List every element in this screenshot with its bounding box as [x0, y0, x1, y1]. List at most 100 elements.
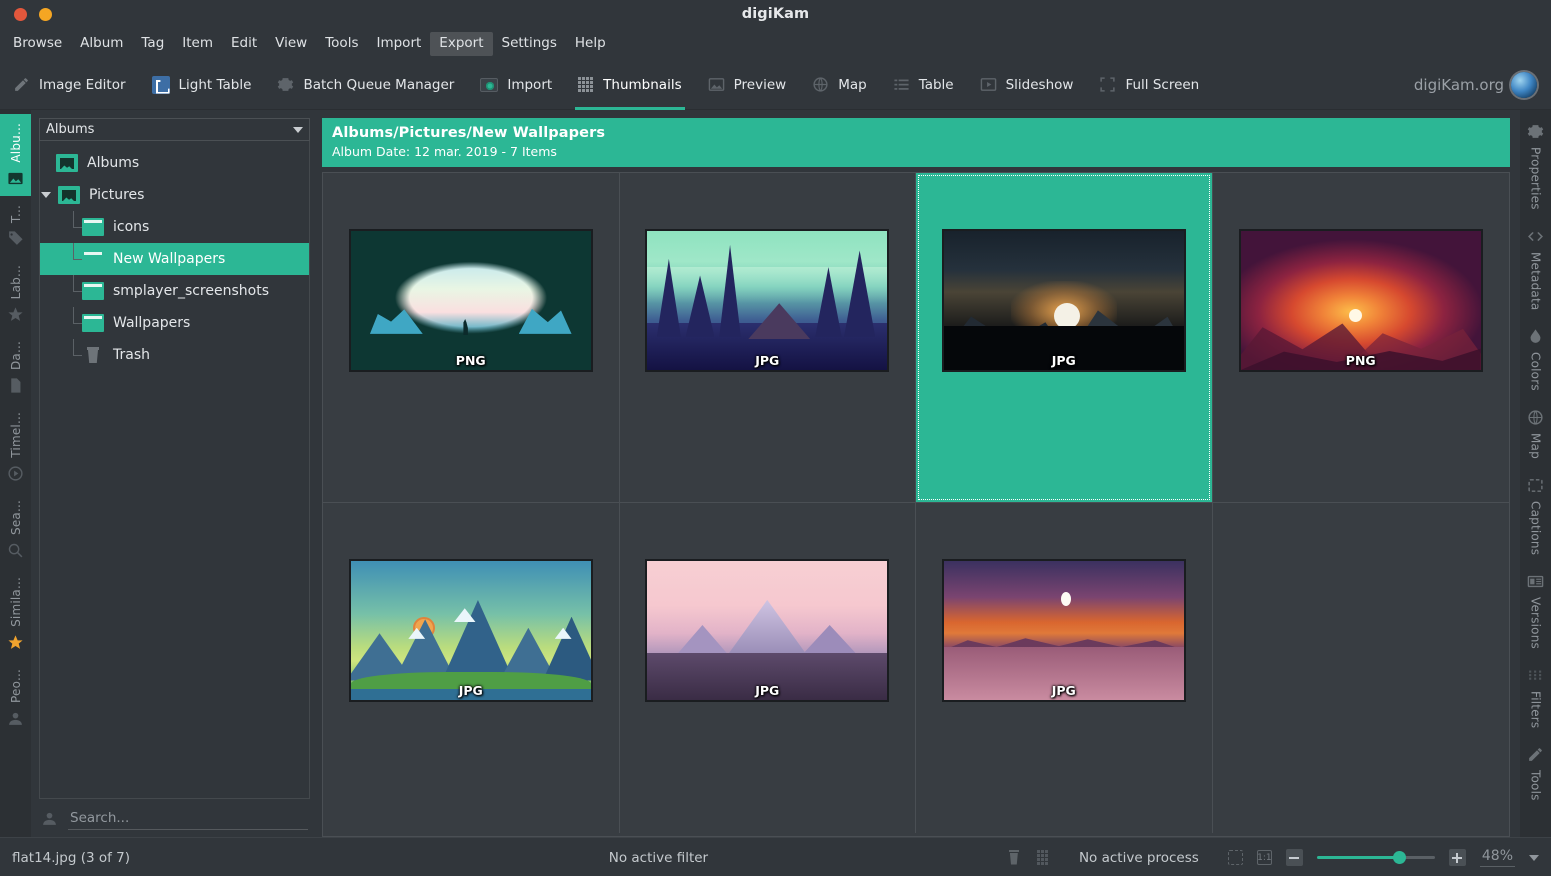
toolbar-image-editor[interactable]: Image Editor — [0, 60, 139, 110]
toolbar-light-table[interactable]: Light Table — [139, 60, 265, 110]
thumbnail-image[interactable]: PNG — [1238, 229, 1483, 372]
tree-item-label: Wallpapers — [113, 315, 191, 331]
tree-item-new-wallpapers[interactable]: New Wallpapers — [40, 243, 309, 275]
sidebar-item-versions[interactable]: Versions — [1520, 564, 1551, 658]
sidebar-tab-label: Albu... — [8, 123, 23, 163]
thumbnail-item[interactable]: PNG — [323, 173, 620, 503]
toolbar-map[interactable]: Map — [799, 60, 880, 110]
sidebar-item-filters[interactable]: Filters — [1520, 658, 1551, 737]
body-area: Albu... T... Lab... Da... Timel... Sea..… — [0, 110, 1551, 837]
menu-help[interactable]: Help — [566, 32, 615, 56]
search-input[interactable] — [68, 806, 308, 830]
thumbnail-grid[interactable]: PNG JPG JPG PNG JPG JPG JPG — [322, 172, 1510, 837]
chevron-down-icon[interactable] — [1529, 854, 1539, 861]
sidebar-item-map[interactable]: Map — [1520, 400, 1551, 468]
tree-branch — [66, 307, 82, 339]
thumbnail-image[interactable]: JPG — [348, 559, 593, 702]
sidebar-item-colors[interactable]: Colors — [1520, 319, 1551, 400]
menu-browse[interactable]: Browse — [4, 32, 71, 56]
zoom-slider[interactable] — [1316, 849, 1435, 866]
sidebar-item-properties[interactable]: Properties — [1520, 114, 1551, 219]
sidebar-item-labels[interactable]: Lab... — [0, 256, 31, 332]
toolbar-thumbnails[interactable]: Thumbnails — [565, 60, 694, 110]
zoom-in-button[interactable] — [1448, 849, 1466, 866]
tree-item-pictures[interactable]: Pictures — [40, 179, 309, 211]
zoom-out-button[interactable] — [1285, 849, 1303, 866]
menu-album[interactable]: Album — [71, 32, 132, 56]
menu-settings[interactable]: Settings — [493, 32, 566, 56]
thumbnail-image[interactable]: JPG — [645, 559, 890, 702]
menu-item[interactable]: Item — [173, 32, 222, 56]
gear-icon — [1527, 123, 1544, 140]
tree-item-wallpapers[interactable]: Wallpapers — [40, 307, 309, 339]
thumbnail-image[interactable]: JPG — [941, 559, 1186, 702]
menu-edit[interactable]: Edit — [222, 32, 266, 56]
menu-tools[interactable]: Tools — [316, 32, 367, 56]
sidebar-item-captions[interactable]: Captions — [1520, 468, 1551, 564]
sidebar-item-similarity[interactable]: Simila... — [0, 568, 31, 660]
thumbnail-image[interactable]: JPG — [645, 229, 890, 372]
main-toolbar: Image Editor Light Table Batch Queue Man… — [0, 60, 1551, 110]
sidebar-tab-label: Tools — [1528, 770, 1543, 801]
grid-icon — [578, 76, 594, 93]
sidebar-item-albums[interactable]: Albu... — [0, 114, 31, 196]
sidebar-item-tools[interactable]: Tools — [1520, 737, 1551, 810]
sidebar-item-dates[interactable]: Da... — [0, 332, 31, 403]
toolbar-preview[interactable]: Preview — [695, 60, 800, 110]
toolbar-slideshow[interactable]: Slideshow — [967, 60, 1087, 110]
sidebar-item-people[interactable]: Peo... — [0, 660, 31, 736]
trash-icon[interactable] — [1005, 849, 1023, 867]
tree-branch — [66, 339, 82, 371]
brand-logo: digiKam.org — [1414, 60, 1537, 110]
sidebar-tab-label: Sea... — [8, 499, 23, 535]
tree-item-smplayer-screenshots[interactable]: smplayer_screenshots — [40, 275, 309, 307]
expander-toggle[interactable] — [40, 179, 54, 211]
sidebar-tab-label: Da... — [8, 341, 23, 371]
thumbnail-item-selected[interactable]: JPG — [916, 173, 1213, 503]
filters-icon — [1527, 667, 1544, 684]
tree-branch — [66, 211, 82, 243]
chevron-down-icon — [293, 126, 303, 133]
menu-view[interactable]: View — [266, 32, 316, 56]
sidebar-item-searches[interactable]: Sea... — [0, 491, 31, 568]
title-bar: digiKam — [0, 0, 1551, 28]
menu-export[interactable]: Export — [430, 32, 493, 56]
sidebar-item-metadata[interactable]: Metadata — [1520, 219, 1551, 319]
sidebar-tab-label: Simila... — [8, 576, 23, 627]
zoom-100-icon[interactable]: 1:1 — [1256, 850, 1272, 865]
toolbar-full-screen[interactable]: Full Screen — [1086, 60, 1212, 110]
sidebar-item-timeline[interactable]: Timel... — [0, 403, 31, 491]
toolbar-label: Thumbnails — [603, 76, 682, 93]
toolbar-table[interactable]: Table — [880, 60, 967, 110]
thumbnail-image[interactable]: PNG — [348, 229, 593, 372]
tree-item-label: Albums — [87, 155, 140, 171]
toolbar-batch-queue-manager[interactable]: Batch Queue Manager — [264, 60, 467, 110]
thumbnail-item[interactable]: JPG — [323, 503, 620, 833]
thumbnail-item[interactable]: JPG — [619, 173, 916, 503]
thumbnail-item[interactable]: PNG — [1212, 173, 1509, 503]
star-icon — [7, 306, 24, 323]
sidebar-item-tags[interactable]: T... — [0, 196, 31, 256]
sidebar-tab-label: Filters — [1528, 691, 1543, 729]
thumbnail-image[interactable]: JPG — [941, 229, 1186, 372]
toolbar-import[interactable]: Import — [467, 60, 565, 110]
folder-icon — [82, 282, 104, 300]
folder-icon — [82, 218, 104, 236]
tree-item-icons[interactable]: icons — [40, 211, 309, 243]
play-icon — [980, 76, 997, 93]
sidebar-tab-label: Map — [1528, 432, 1543, 459]
tree-item-albums[interactable]: Albums — [40, 147, 309, 179]
tree-item-trash[interactable]: Trash — [40, 339, 309, 371]
thumbnail-item[interactable]: JPG — [620, 503, 916, 833]
fit-to-window-icon[interactable] — [1227, 850, 1243, 865]
thumbnail-item[interactable]: JPG — [916, 503, 1213, 833]
format-badge: JPG — [755, 353, 780, 369]
zoom-slider-handle[interactable] — [1392, 851, 1406, 864]
albums-view-selector[interactable]: Albums — [39, 118, 310, 141]
menu-import[interactable]: Import — [367, 32, 430, 56]
tree-item-label: icons — [113, 219, 150, 235]
format-badge: JPG — [458, 683, 483, 699]
menu-tag[interactable]: Tag — [132, 32, 173, 56]
toolbar-label: Map — [838, 76, 867, 93]
